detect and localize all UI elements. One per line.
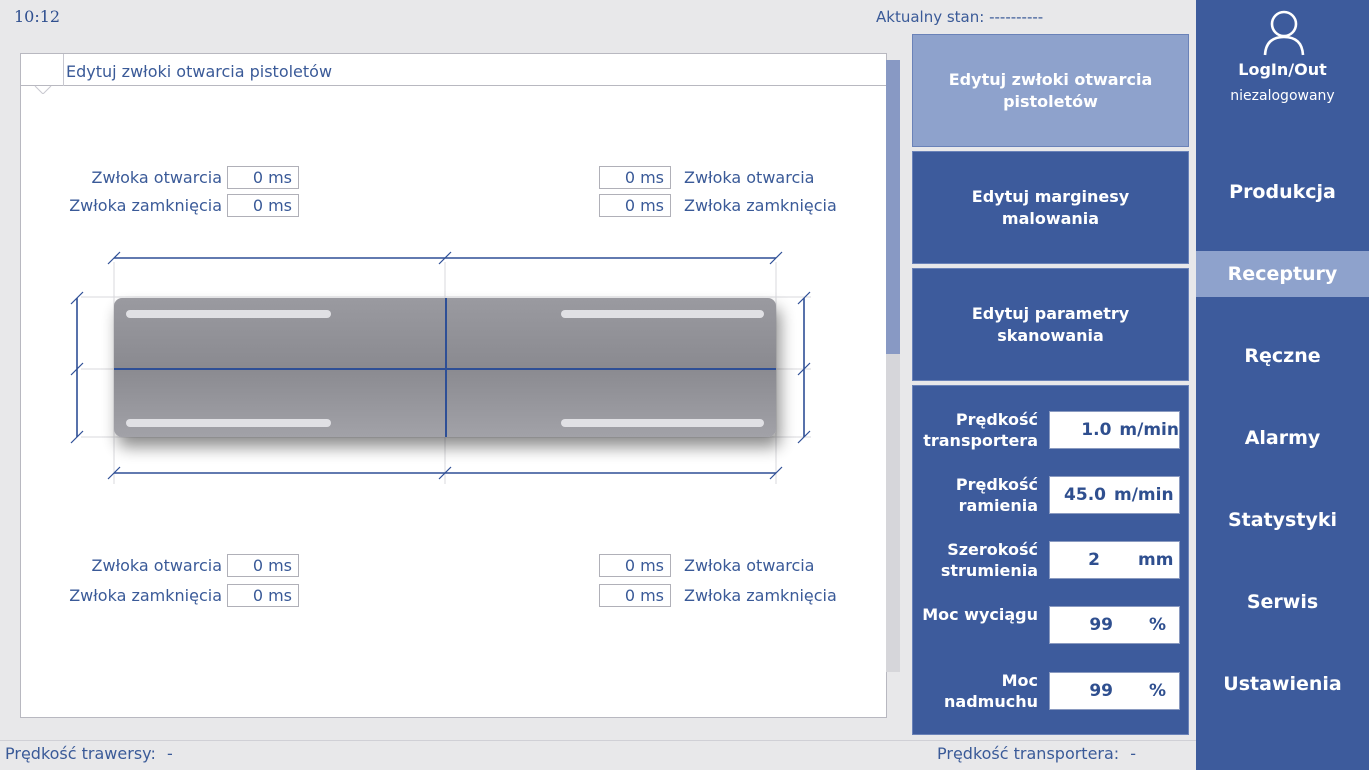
conveyor-speed-readout: Prędkość transportera: - <box>937 744 1136 763</box>
panel-tab-corner[interactable] <box>21 54 64 94</box>
edit-gun-delays-button[interactable]: Edytuj zwłoki otwarcia pistoletów <box>912 34 1189 147</box>
edit-scan-params-button[interactable]: Edytuj parametry skanowania <box>912 268 1189 381</box>
arm-speed-label: Prędkość ramienia <box>955 475 1038 515</box>
login-button[interactable]: LogIn/Out niezalogowany <box>1196 6 1369 106</box>
top-right-open-label: Zwłoka otwarcia <box>684 168 815 187</box>
blowing-power-value: 99 <box>1089 681 1113 701</box>
bottom-right-open-label: Zwłoka otwarcia <box>684 556 815 575</box>
extraction-power-value: 99 <box>1089 615 1113 635</box>
arm-speed-field[interactable]: 45.0 m/min <box>1049 476 1180 514</box>
stream-width-label: Szerokość strumienia <box>940 540 1038 580</box>
conveyor-speed-field[interactable]: 1.0 m/min <box>1049 411 1180 449</box>
login-label: LogIn/Out <box>1238 60 1327 79</box>
top-right-open-input[interactable]: 0 ms <box>599 166 671 189</box>
bottom-right-close-label: Zwłoka zamknięcia <box>684 586 837 605</box>
status-value: ---------- <box>989 8 1044 26</box>
conveyor-speed-footer-value: - <box>1130 744 1137 763</box>
nav-serwis[interactable]: Serwis <box>1196 591 1369 617</box>
scrollbar-thumb[interactable] <box>886 60 900 354</box>
top-left-close-label: Zwłoka zamknięcia <box>69 196 222 215</box>
top-right-close-label: Zwłoka zamknięcia <box>684 196 837 215</box>
nav-statystyki[interactable]: Statystyki <box>1196 509 1369 535</box>
clock: 10:12 <box>14 7 61 26</box>
conveyor-speed-label: Prędkość transportera <box>923 410 1038 450</box>
blowing-power-label: Moc nadmuchu <box>944 671 1038 711</box>
traverse-speed-readout: Prędkość trawersy: - <box>5 744 173 763</box>
stream-width-unit: mm <box>1138 550 1174 570</box>
nav-reczne[interactable]: Ręczne <box>1196 345 1369 371</box>
arm-speed-value: 45.0 <box>1064 485 1106 505</box>
workpiece-diagram <box>70 251 811 484</box>
login-status: niezalogowany <box>1230 88 1335 104</box>
panel-title: Edytuj zwłoki otwarcia pistoletów <box>66 62 333 81</box>
edit-margins-button[interactable]: Edytuj marginesy malowania <box>912 151 1189 264</box>
nav-alarmy[interactable]: Alarmy <box>1196 427 1369 453</box>
bottom-left-close-input[interactable]: 0 ms <box>227 584 299 607</box>
top-right-close-input[interactable]: 0 ms <box>599 194 671 217</box>
extraction-power-field[interactable]: 99 % <box>1049 606 1180 644</box>
nav-receptury[interactable]: Receptury <box>1196 251 1369 297</box>
bottom-right-open-input[interactable]: 0 ms <box>599 554 671 577</box>
bottom-right-close-input[interactable]: 0 ms <box>599 584 671 607</box>
nav-produkcja[interactable]: Produkcja <box>1196 181 1369 207</box>
top-left-close-input[interactable]: 0 ms <box>227 194 299 217</box>
sidebar: LogIn/Out niezalogowany Produkcja Recept… <box>1196 0 1369 770</box>
bottom-left-close-label: Zwłoka zamknięcia <box>69 586 222 605</box>
bottom-left-open-input[interactable]: 0 ms <box>227 554 299 577</box>
traverse-speed-label: Prędkość trawersy: <box>5 744 156 763</box>
blowing-power-unit: % <box>1149 681 1167 701</box>
traverse-speed-value: - <box>166 744 173 763</box>
status-label: Aktualny stan: <box>876 8 985 26</box>
conveyor-speed-unit: m/min <box>1119 420 1179 440</box>
top-left-open-label: Zwłoka otwarcia <box>91 168 222 187</box>
stream-width-field[interactable]: 2 mm <box>1049 541 1180 579</box>
extraction-power-unit: % <box>1149 615 1167 635</box>
conveyor-speed-value: 1.0 <box>1081 420 1112 440</box>
arm-speed-unit: m/min <box>1114 485 1174 505</box>
conveyor-speed-footer-label: Prędkość transportera: <box>937 744 1120 763</box>
stream-width-value: 2 <box>1088 550 1100 570</box>
blowing-power-field[interactable]: 99 % <box>1049 672 1180 710</box>
status-indicator: Aktualny stan: ---------- <box>876 8 1043 26</box>
extraction-power-label: Moc wyciągu <box>922 605 1038 624</box>
top-left-open-input[interactable]: 0 ms <box>227 166 299 189</box>
bottom-left-open-label: Zwłoka otwarcia <box>91 556 222 575</box>
nav-ustawienia[interactable]: Ustawienia <box>1196 673 1369 699</box>
user-icon <box>1263 10 1305 56</box>
gun-delay-panel: Edytuj zwłoki otwarcia pistoletów Zwłoka… <box>20 53 887 718</box>
